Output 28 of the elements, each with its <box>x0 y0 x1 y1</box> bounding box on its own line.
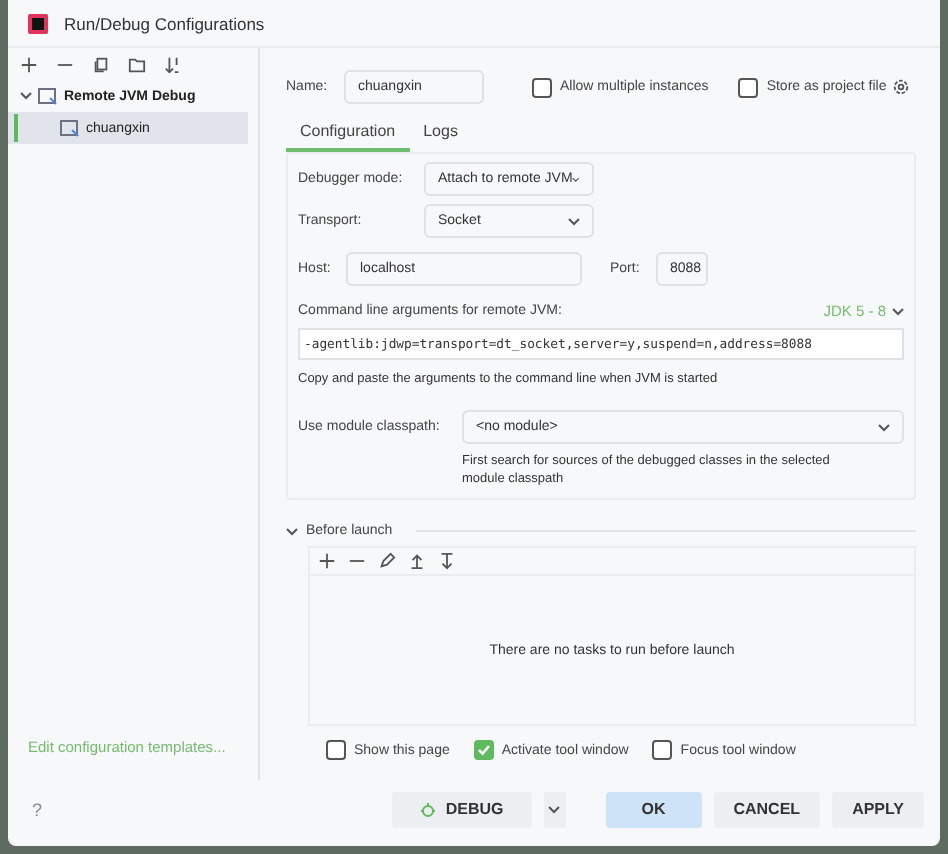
caret-icon <box>548 805 561 813</box>
debug-button[interactable]: DEBUG <box>391 791 532 827</box>
caret-icon <box>892 307 904 315</box>
move-up-icon[interactable] <box>408 552 426 570</box>
window-title: Run/Debug Configurations <box>64 13 265 33</box>
checkmark-icon <box>475 742 492 758</box>
move-down-icon[interactable] <box>438 552 456 570</box>
dialog-button[interactable]: APPLY <box>832 791 924 827</box>
app-logo-icon <box>28 13 48 33</box>
tab[interactable]: Logs <box>409 116 472 152</box>
config-icon <box>38 87 58 105</box>
sort-icon[interactable] <box>164 55 182 73</box>
folder-icon[interactable] <box>128 55 146 73</box>
ok-button[interactable]: OK <box>605 791 702 827</box>
bug-icon <box>419 801 436 817</box>
expand-caret-icon[interactable] <box>20 90 32 102</box>
edit-icon[interactable] <box>378 552 396 570</box>
caret-icon <box>572 175 580 183</box>
caret-icon <box>568 217 580 225</box>
copy-icon[interactable] <box>92 55 110 73</box>
debug-dropdown-button[interactable] <box>543 791 566 827</box>
caret-icon <box>878 423 890 431</box>
config-icon <box>60 119 80 137</box>
add-icon[interactable] <box>318 552 336 570</box>
add-icon[interactable] <box>20 55 38 73</box>
dialog-button[interactable]: CANCEL <box>713 791 821 827</box>
expand-caret-icon[interactable] <box>286 525 298 537</box>
settings-icon[interactable] <box>892 78 911 96</box>
